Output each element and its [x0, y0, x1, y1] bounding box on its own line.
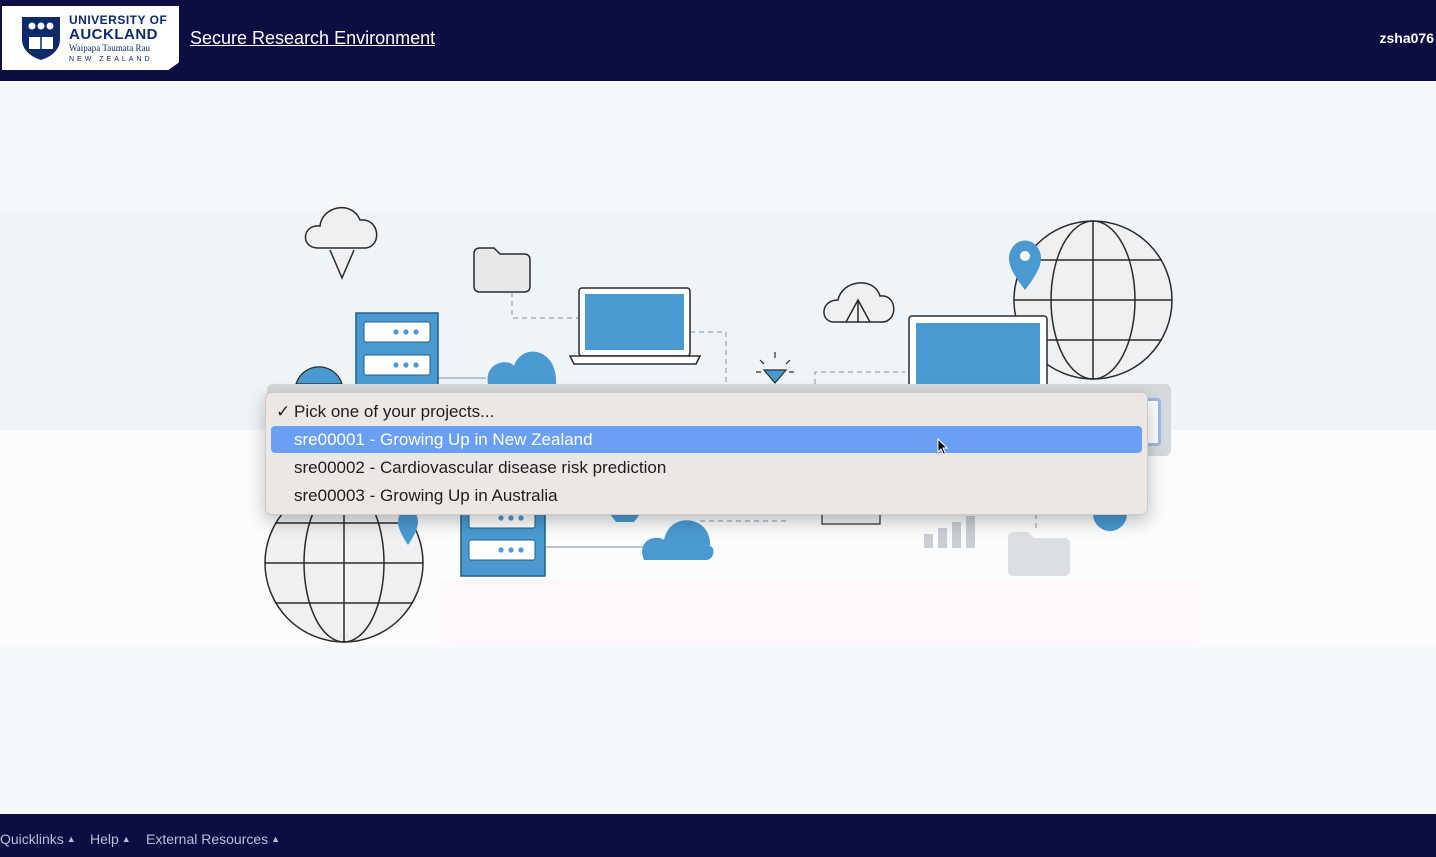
laptop-icon [568, 287, 702, 365]
footer-help-label: Help [90, 831, 119, 847]
server-icon [355, 312, 439, 386]
check-icon: ✓ [276, 402, 291, 421]
option-label: Pick one of your projects... [294, 402, 495, 421]
bar-chart-icon [924, 516, 975, 548]
footer-quicklinks-label: Quicklinks [0, 831, 64, 847]
pie-chart-icon [295, 366, 343, 385]
folder-icon [1008, 532, 1070, 576]
option-sre00002[interactable]: sre00002 - Cardiovascular disease risk p… [271, 454, 1142, 481]
footer-external-resources[interactable]: External Resources ▲ [146, 831, 280, 847]
footer-bar: Quicklinks ▲ Help ▲ External Resources ▲ [0, 814, 1436, 857]
info-icon [1093, 514, 1127, 531]
caret-up-icon: ▲ [271, 834, 281, 844]
option-label: sre00002 - Cardiovascular disease risk p… [294, 458, 667, 477]
footer-external-resources-label: External Resources [146, 831, 269, 847]
option-label: sre00003 - Growing Up in Australia [294, 486, 558, 505]
cloud-icon [487, 351, 557, 384]
idea-icon [756, 352, 794, 384]
option-label: sre00001 - Growing Up in New Zealand [294, 430, 593, 449]
cloud-icon [642, 520, 714, 560]
caret-up-icon: ▲ [121, 834, 131, 844]
cloud-upload-icon [823, 282, 895, 323]
folder-icon [473, 247, 531, 293]
laptop-icon [908, 315, 1048, 387]
server-icon [460, 507, 546, 577]
option-sre00003[interactable]: sre00003 - Growing Up in Australia [271, 482, 1142, 509]
project-dropdown-menu: ✓ Pick one of your projects... sre00001 … [265, 392, 1148, 515]
footer-quicklinks[interactable]: Quicklinks ▲ [0, 831, 76, 847]
footer-help[interactable]: Help ▲ [90, 831, 131, 847]
option-placeholder[interactable]: ✓ Pick one of your projects... [271, 398, 1142, 425]
cloud-download-icon [304, 206, 378, 280]
mouse-pointer-icon [937, 438, 949, 456]
gear-icon [610, 514, 640, 522]
caret-up-icon: ▲ [66, 834, 76, 844]
option-sre00001[interactable]: sre00001 - Growing Up in New Zealand [271, 426, 1142, 453]
